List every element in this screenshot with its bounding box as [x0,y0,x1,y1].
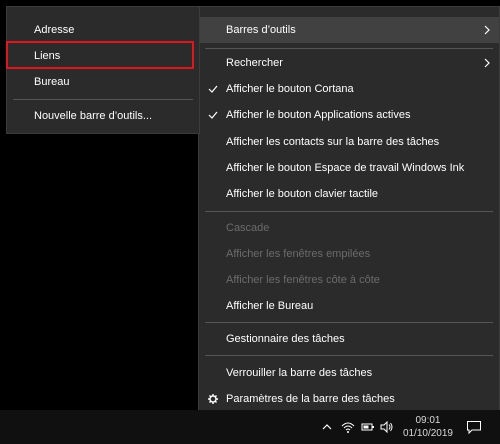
menu-separator [205,355,493,356]
menu-item-show-touch-keyboard[interactable]: Afficher le bouton clavier tactile [199,181,499,207]
menu-separator [205,48,493,49]
menu-separator [205,322,493,323]
submenu-item-new-toolbar[interactable]: Nouvelle barre d’outils... [7,103,199,129]
menu-item-task-manager[interactable]: Gestionnaire des tâches [199,326,499,352]
clock-time: 09:01 [415,415,441,426]
menu-item-show-cortana[interactable]: Afficher le bouton Cortana [199,76,499,102]
menu-item-label: Cascade [226,222,270,234]
menu-item-label: Barres d’outils [226,24,296,36]
menu-item-label: Afficher les fenêtres côte à côte [226,274,380,286]
checkmark-icon [208,102,218,128]
submenu-item-address[interactable]: Adresse [7,17,199,43]
menu-separator [205,211,493,212]
menu-item-stacked: Afficher les fenêtres empilées [199,241,499,267]
menu-separator [13,99,193,100]
battery-icon[interactable] [361,421,375,436]
menu-item-label: Afficher le bouton clavier tactile [226,188,379,200]
menu-item-side-by-side: Afficher les fenêtres côte à côte [199,267,499,293]
menu-item-label: Afficher les fenêtres empilées [226,248,371,260]
menu-item-search[interactable]: Rechercher [199,50,499,76]
volume-icon[interactable] [380,420,394,436]
menu-item-label: Adresse [34,24,75,36]
taskbar: 09:01 01/10/2019 [0,410,500,444]
taskbar-context-menu: Barres d’outils Rechercher Afficher le b… [198,6,500,416]
wifi-icon[interactable] [341,421,355,436]
toolbars-submenu: Adresse Liens Bureau Nouvelle barre d’ou… [6,6,200,134]
menu-item-label: Verrouiller la barre des tâches [226,367,373,379]
menu-item-show-task-view[interactable]: Afficher le bouton Applications actives [199,102,499,128]
highlight-box [6,41,194,69]
menu-item-label: Afficher le bouton Applications actives [226,109,411,121]
chevron-up-icon[interactable] [321,421,333,436]
notification-icon[interactable] [466,419,482,438]
clock-date: 01/10/2019 [402,428,453,439]
menu-item-show-windows-ink[interactable]: Afficher le bouton Espace de travail Win… [199,155,499,181]
menu-item-show-contacts[interactable]: Afficher les contacts sur la barre des t… [199,129,499,155]
checkmark-icon [208,76,218,102]
gear-icon [208,386,218,412]
menu-item-show-desktop[interactable]: Afficher le Bureau [199,293,499,319]
menu-item-label: Paramètres de la barre des tâches [226,393,395,405]
menu-item-lock-taskbar[interactable]: Verrouiller la barre des tâches [199,360,499,386]
menu-item-cascade: Cascade [199,215,499,241]
menu-item-label: Bureau [34,76,70,88]
submenu-item-desktop[interactable]: Bureau [7,69,199,95]
menu-item-taskbar-settings[interactable]: Paramètres de la barre des tâches [199,386,499,412]
chevron-right-icon [483,50,491,76]
chevron-right-icon [483,17,491,43]
menu-item-label: Nouvelle barre d’outils... [34,110,153,122]
menu-item-label: Afficher le bouton Cortana [226,83,354,95]
menu-item-label: Afficher le bouton Espace de travail Win… [226,162,465,174]
menu-item-label: Afficher le Bureau [226,300,314,312]
clock[interactable]: 09:01 01/10/2019 [403,414,453,440]
menu-item-label: Afficher les contacts sur la barre des t… [226,136,440,148]
menu-item-label: Gestionnaire des tâches [226,333,345,345]
menu-item-label: Rechercher [226,57,283,69]
menu-item-toolbars[interactable]: Barres d’outils [199,17,499,43]
